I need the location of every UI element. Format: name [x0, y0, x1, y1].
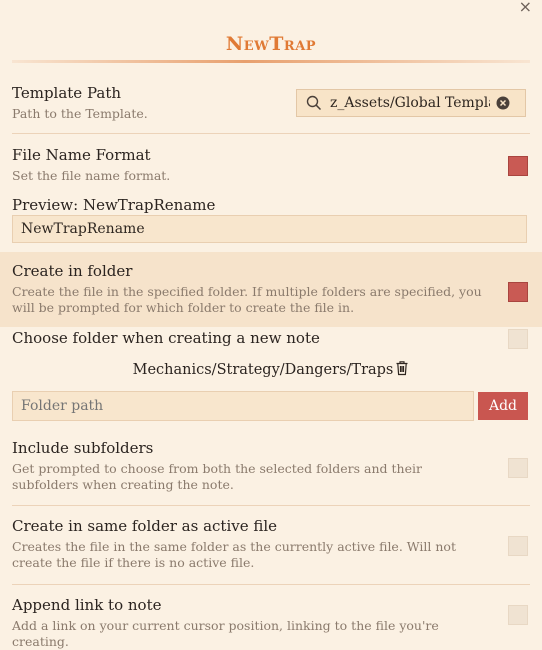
setting-name: Append link to note — [12, 596, 162, 614]
template-path-input[interactable] — [330, 95, 490, 111]
divider — [12, 505, 530, 506]
setting-name: File Name Format — [12, 146, 151, 164]
title-divider — [12, 60, 530, 63]
setting-create-in-folder: Create in folder Create the file in the … — [12, 262, 528, 316]
close-icon[interactable]: × — [519, 0, 532, 15]
setting-desc: Add a link on your current cursor positi… — [12, 618, 439, 649]
folder-path-input[interactable] — [12, 391, 474, 421]
include-subfolders-toggle[interactable] — [508, 458, 528, 478]
folder-list-item: Mechanics/Strategy/Dangers/Traps — [0, 360, 542, 378]
add-folder-button[interactable]: Add — [478, 392, 528, 420]
setting-name: Create in same folder as active file — [12, 517, 278, 535]
setting-desc: Set the file name format. — [12, 168, 171, 183]
preview-label-row: Preview: NewTrapRename — [12, 196, 528, 214]
setting-append-link: Append link to note Add a link on your c… — [12, 596, 528, 650]
setting-same-folder: Create in same folder as active file Cre… — [12, 517, 528, 571]
clear-icon[interactable] — [496, 96, 510, 110]
template-path-search[interactable] — [296, 89, 526, 117]
setting-include-subfolders: Include subfolders Get prompted to choos… — [12, 439, 528, 493]
setting-name: Create in folder — [12, 262, 133, 280]
setting-choose-folder: Choose folder when creating a new note — [12, 329, 528, 347]
modal-title: NewTrap — [225, 33, 317, 55]
append-link-toggle[interactable] — [508, 605, 528, 625]
preview-label: Preview: NewTrapRename — [12, 196, 216, 214]
search-icon — [306, 95, 322, 111]
same-folder-toggle[interactable] — [508, 536, 528, 556]
setting-name: Choose folder when creating a new note — [12, 329, 320, 347]
create-in-folder-toggle[interactable] — [508, 282, 528, 302]
divider — [12, 584, 530, 585]
setting-desc: Create the file in the specified folder.… — [12, 284, 482, 315]
setting-name: Include subfolders — [12, 439, 154, 457]
trash-icon[interactable] — [395, 360, 409, 376]
setting-desc: Get prompted to choose from both the sel… — [12, 461, 422, 492]
file-name-format-toggle[interactable] — [508, 156, 528, 176]
folder-path-text: Mechanics/Strategy/Dangers/Traps — [132, 362, 394, 378]
setting-desc: Creates the file in the same folder as t… — [12, 539, 456, 570]
divider — [12, 133, 530, 134]
choose-folder-toggle[interactable] — [508, 329, 528, 349]
file-name-format-input[interactable] — [12, 215, 527, 243]
setting-file-name-format: File Name Format Set the file name forma… — [12, 146, 528, 184]
